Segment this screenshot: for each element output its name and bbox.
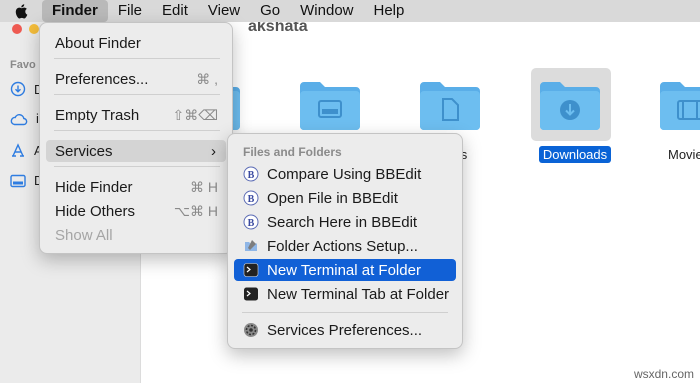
menu-item-services-preferences[interactable]: Services Preferences... (234, 319, 456, 341)
menu-separator (242, 312, 448, 313)
section-title: Files and Folders (243, 145, 342, 159)
menu-item-label: Compare Using BBEdit (267, 165, 422, 183)
menu-item-label: Search Here in BBEdit (267, 213, 418, 231)
svg-text:B: B (248, 194, 255, 205)
menu-item-label: Services Preferences... (267, 321, 423, 339)
sidebar-item-icloud[interactable]: i (10, 111, 39, 126)
gear-icon (243, 322, 259, 338)
folder-name: Movie (668, 147, 700, 162)
menu-separator (54, 166, 220, 167)
chevron-right-icon: › (211, 142, 216, 160)
menu-item-label: Hide Finder (55, 178, 133, 196)
apple-menu[interactable] (0, 0, 42, 22)
svg-text:B: B (248, 170, 255, 181)
menu-window[interactable]: Window (290, 0, 363, 22)
close-button[interactable] (12, 24, 22, 34)
menu-separator (54, 94, 220, 95)
menu-item-new-terminal-tab[interactable]: New Terminal Tab at Folder (234, 283, 456, 305)
minimize-button[interactable] (29, 24, 39, 34)
desktop-icon (10, 174, 26, 187)
menu-bar: Finder File Edit View Go Window Help (0, 0, 700, 22)
menu-item-preferences[interactable]: Preferences... ⌘ , (46, 68, 226, 90)
shortcut-label: ⌥⌘ H (173, 202, 218, 219)
menu-item-search-bbedit[interactable]: B Search Here in BBEdit (234, 211, 456, 233)
folder-documents-icon (420, 82, 480, 130)
folder-name: Downloads (538, 146, 612, 163)
menu-item-label: Open File in BBEdit (267, 189, 398, 207)
bbedit-icon: B (243, 190, 259, 206)
menu-item-label: Hide Others (55, 202, 136, 220)
menu-help[interactable]: Help (364, 0, 415, 22)
icloud-icon (10, 113, 28, 125)
menu-item-label: Folder Actions Setup... (267, 237, 418, 255)
menu-item-label: Preferences... (55, 70, 149, 88)
folder-movies-icon (660, 82, 700, 130)
folder-item[interactable] (298, 76, 372, 137)
menu-item-show-all: Show All (46, 224, 226, 246)
folder-downloads[interactable]: Downloads (531, 68, 612, 163)
shortcut-label: ⌘ , (196, 70, 218, 87)
shortcut-label: ⌘ H (190, 178, 218, 195)
downloads-icon (10, 81, 26, 97)
folder-actions-icon (243, 238, 259, 254)
applications-icon (12, 143, 24, 157)
services-submenu: Files and Folders B Compare Using BBEdit… (227, 133, 463, 349)
bbedit-icon: B (243, 166, 259, 182)
watermark: wsxdn.com (633, 367, 694, 381)
menu-item-hide-finder[interactable]: Hide Finder ⌘ H (46, 176, 226, 198)
menu-item-label: Services (55, 142, 113, 160)
finder-menu-dropdown: About Finder Preferences... ⌘ , Empty Tr… (39, 22, 233, 254)
terminal-icon (243, 262, 259, 278)
folder-name-label: Downloads (538, 146, 612, 163)
menu-view[interactable]: View (198, 0, 250, 22)
menu-item-label: New Terminal Tab at Folder (267, 285, 450, 303)
menu-item-label: About Finder (55, 34, 141, 52)
menu-item-about-finder[interactable]: About Finder (46, 32, 226, 54)
menu-item-label: Show All (55, 226, 113, 244)
menu-item-label: New Terminal at Folder (267, 261, 421, 279)
menu-item-empty-trash[interactable]: Empty Trash ⇧⌘⌫ (46, 104, 226, 126)
menu-separator (54, 58, 220, 59)
menu-item-compare-bbedit[interactable]: B Compare Using BBEdit (234, 163, 456, 185)
menu-go[interactable]: Go (250, 0, 290, 22)
shortcut-label: ⇧⌘⌫ (172, 106, 218, 123)
sidebar-item-applications[interactable]: A (10, 142, 43, 158)
menu-file[interactable]: File (108, 0, 152, 22)
terminal-icon (243, 286, 259, 302)
menu-edit[interactable]: Edit (152, 0, 198, 22)
favorites-label: Favo (10, 59, 36, 71)
svg-text:B: B (248, 218, 255, 229)
apple-logo-icon (15, 4, 28, 19)
menu-item-services[interactable]: Services › (46, 140, 226, 162)
menu-item-folder-actions[interactable]: Folder Actions Setup... (234, 235, 456, 257)
folder-downloads-icon (540, 82, 600, 130)
menu-item-hide-others[interactable]: Hide Others ⌥⌘ H (46, 200, 226, 222)
menu-item-label: Empty Trash (55, 106, 140, 124)
menu-item-open-bbedit[interactable]: B Open File in BBEdit (234, 187, 456, 209)
bbedit-icon: B (243, 214, 259, 230)
folder-desktop-icon (300, 82, 360, 130)
menu-finder[interactable]: Finder (42, 0, 108, 22)
folder-item[interactable]: Movie (658, 76, 700, 162)
menu-separator (54, 130, 220, 131)
menu-item-new-terminal[interactable]: New Terminal at Folder (234, 259, 456, 281)
folder-item[interactable]: ents (418, 76, 492, 162)
